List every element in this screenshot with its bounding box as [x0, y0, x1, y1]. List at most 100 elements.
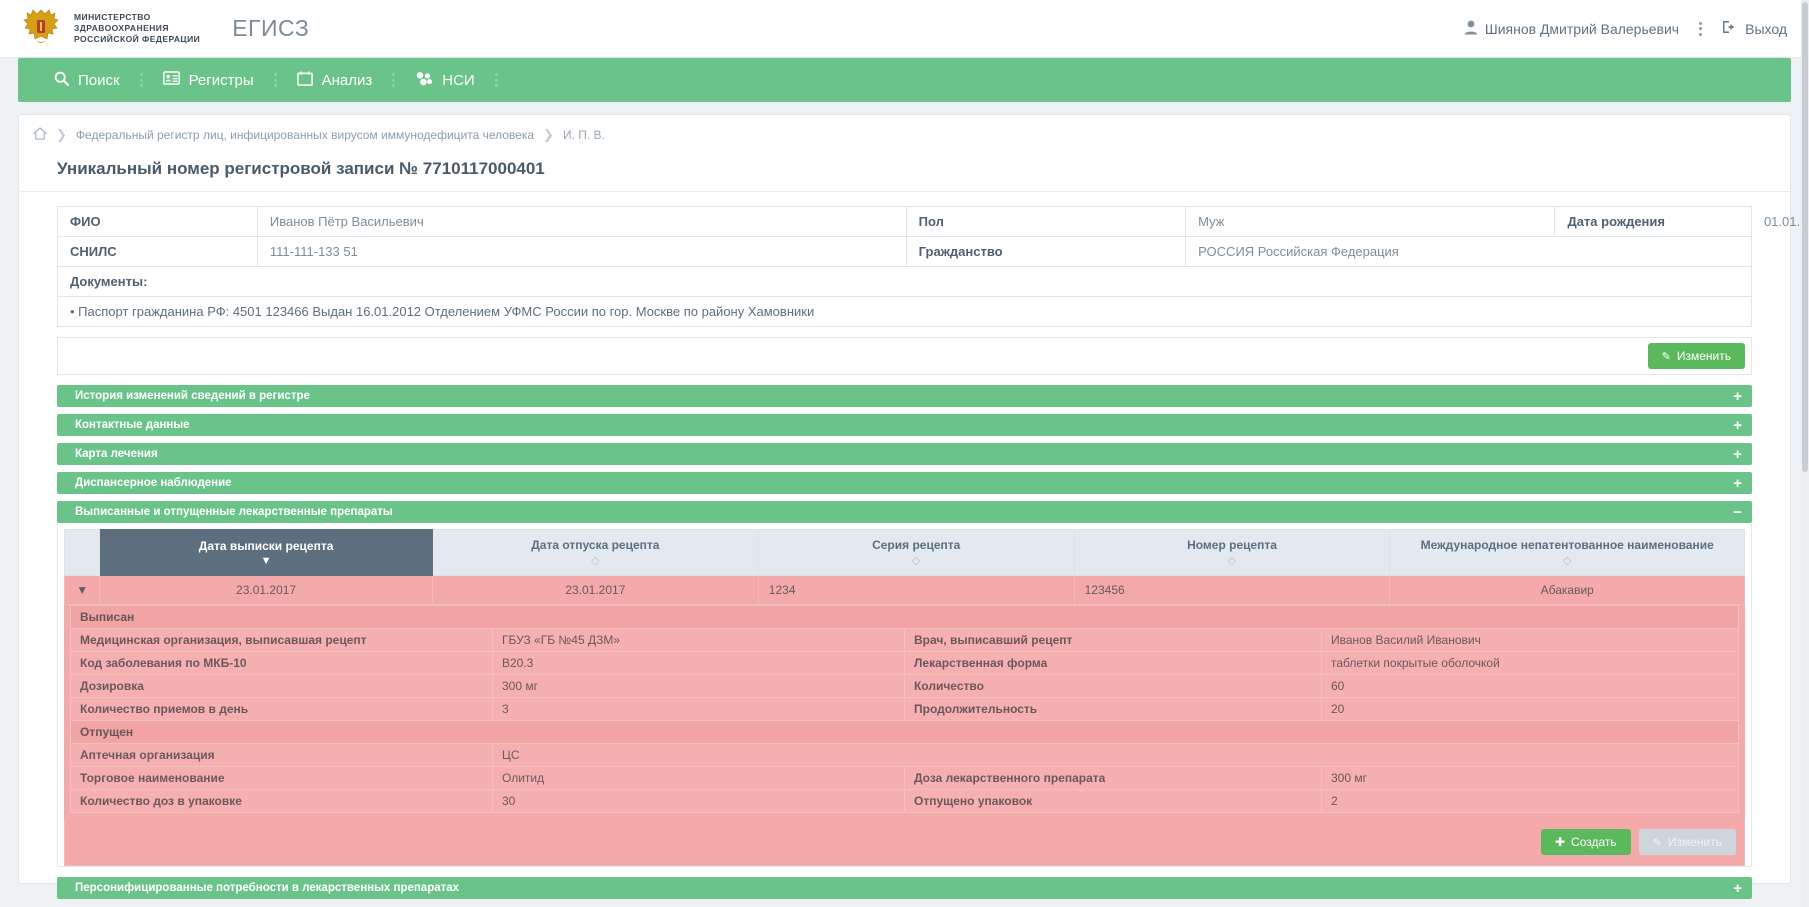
user-chip[interactable]: Шиянов Дмитрий Валерьевич: [1464, 20, 1679, 38]
edit-button-label: Изменить: [1676, 349, 1731, 363]
label-dosage-form: Лекарственная форма: [903, 651, 1322, 675]
nav-item-search[interactable]: Поиск: [40, 58, 134, 102]
table-row: Количество доз в упаковке 30 Отпущено уп…: [70, 789, 1740, 813]
brand-block: Министерство Здравоохранения Российской …: [18, 6, 309, 52]
prescription-detail: Выписан Медицинская организация, выписав…: [64, 605, 1745, 821]
prescriptions-inner: Дата выписки рецепта ▼ Дата отпуска реце…: [57, 523, 1752, 867]
plus-icon[interactable]: +: [1733, 418, 1742, 433]
accordion-contacts[interactable]: Контактные данные +: [57, 414, 1752, 436]
detail-section-row: Отпущен: [70, 720, 1739, 744]
value-trade-name: Олитид: [492, 766, 905, 790]
nav-item-analysis[interactable]: Анализ: [283, 58, 387, 102]
value-quantity: 60: [1320, 674, 1740, 698]
cell-inn: Абакавир: [1389, 575, 1745, 605]
nav-separator-icon: [268, 73, 283, 87]
patient-info-section: ФИО Иванов Пётр Васильевич Пол Муж Дата …: [19, 192, 1809, 327]
home-icon[interactable]: [32, 127, 48, 143]
column-label: Серия рецепта: [872, 538, 961, 552]
header-right-group: Шиянов Дмитрий Валерьевич Выход: [1464, 19, 1787, 39]
column-header-inn[interactable]: Международное непатентованное наименован…: [1389, 529, 1745, 576]
sort-diamond-icon: ◇: [1562, 555, 1572, 567]
minus-icon[interactable]: −: [1733, 505, 1742, 520]
accordion-treatment-card[interactable]: Карта лечения +: [57, 443, 1752, 465]
column-label: Дата выписки рецепта: [198, 538, 334, 553]
label-snils: СНИЛС: [57, 236, 258, 267]
edit-prescription-label: Изменить: [1667, 835, 1722, 849]
value-packs-dispensed: 2: [1320, 789, 1740, 813]
accordion-personified-needs[interactable]: Персонифицированные потребности в лекарс…: [57, 877, 1752, 899]
accordion-prescriptions[interactable]: Выписанные и отпущенные лекарственные пр…: [57, 501, 1752, 523]
cell-number: 123456: [1073, 575, 1391, 605]
section-issued-label: Выписан: [70, 605, 1739, 629]
label-pharmacy-org: Аптечная организация: [70, 743, 493, 767]
breadcrumb-chevron-icon: ❯: [543, 127, 554, 142]
pencil-icon: ✎: [1652, 836, 1662, 849]
table-row: Аптечная организация ЦС: [70, 743, 1739, 767]
label-citizenship: Гражданство: [905, 236, 1187, 267]
breadcrumb-chevron-icon: ❯: [56, 127, 67, 142]
accordion-history-label: История изменений сведений в регистре: [75, 390, 310, 402]
search-icon: [54, 71, 69, 90]
value-document-passport: • Паспорт гражданина РФ: 4501 123466 Выд…: [57, 296, 1752, 327]
cell-dispense-date: 23.01.2017: [431, 575, 759, 605]
accordion-contacts-label: Контактные данные: [75, 419, 190, 431]
kebab-menu-icon[interactable]: [1695, 19, 1706, 39]
edit-button[interactable]: ✎ Изменить: [1647, 343, 1745, 369]
prescriptions-table: Дата выписки рецепта ▼ Дата отпуска реце…: [63, 529, 1745, 605]
prescriptions-panel: Дата выписки рецепта ▼ Дата отпуска реце…: [19, 523, 1790, 867]
label-doses-per-day: Количество приемов в день: [70, 697, 493, 721]
label-birthdate: Дата рождения: [1554, 206, 1752, 237]
prescription-actions: ✚ Создать ✎ Изменить: [64, 821, 1745, 866]
plus-icon[interactable]: +: [1733, 447, 1742, 462]
column-header-issue-date[interactable]: Дата выписки рецепта ▼: [99, 529, 433, 576]
sort-diamond-icon: ◇: [911, 555, 921, 567]
table-header-row: Дата выписки рецепта ▼ Дата отпуска реце…: [63, 529, 1745, 576]
cell-series: 1234: [757, 575, 1075, 605]
label-doses-per-pack: Количество доз в упаковке: [70, 789, 493, 813]
accordion-dispensary[interactable]: Диспансерное наблюдение +: [57, 472, 1752, 494]
ministry-name: Министерство Здравоохранения Российской …: [74, 12, 200, 46]
value-gender: Муж: [1185, 206, 1556, 237]
cell-issue-date: 23.01.2017: [99, 575, 433, 605]
plus-icon[interactable]: +: [1733, 881, 1742, 896]
edit-toolbar: ✎ Изменить: [57, 337, 1752, 375]
column-header-dispense-date[interactable]: Дата отпуска рецепта ◇: [431, 529, 759, 576]
breadcrumb-item-registry[interactable]: Федеральный регистр лиц, инфицированных …: [76, 128, 534, 142]
column-header-series[interactable]: Серия рецепта ◇: [757, 529, 1075, 576]
label-trade-name: Торговое наименование: [70, 766, 493, 790]
pencil-icon: ✎: [1661, 350, 1671, 363]
breadcrumb-item-patient[interactable]: И. П. В.: [563, 128, 605, 142]
nav-item-nsi[interactable]: НСИ: [401, 58, 488, 102]
user-name: Шиянов Дмитрий Валерьевич: [1484, 20, 1680, 37]
ministry-line-2: Здравоохранения: [74, 22, 169, 33]
main-navigation: Поиск Регистры Анализ НСИ: [18, 58, 1791, 102]
expander-column-header: [63, 529, 101, 576]
accordion-prescriptions-label: Выписанные и отпущенные лекарственные пр…: [75, 506, 393, 518]
chevron-down-icon: ▼: [260, 554, 272, 567]
page-scrollbar[interactable]: [1801, 0, 1809, 907]
registry-card-icon: [162, 71, 180, 89]
table-row[interactable]: ▼ 23.01.2017 23.01.2017 1234 123456 Абак…: [63, 575, 1745, 605]
app-root: Министерство Здравоохранения Российской …: [0, 0, 1809, 907]
ministry-line-3: Российской Федерации: [74, 34, 201, 45]
edit-prescription-button: ✎ Изменить: [1638, 829, 1736, 855]
scrollbar-thumb[interactable]: [1802, 2, 1808, 472]
column-header-number[interactable]: Номер рецепта ◇: [1073, 529, 1391, 576]
label-dosage: Дозировка: [70, 674, 493, 698]
accordion-history[interactable]: История изменений сведений в регистре +: [57, 385, 1752, 407]
logout-button[interactable]: Выход: [1722, 20, 1787, 37]
label-quantity: Количество: [903, 674, 1322, 698]
create-button[interactable]: ✚ Создать: [1540, 829, 1631, 855]
plus-icon[interactable]: +: [1733, 476, 1742, 491]
row-expander-icon[interactable]: ▼: [63, 575, 101, 605]
nav-item-registries[interactable]: Регистры: [149, 58, 268, 102]
label-duration: Продолжительность: [903, 697, 1322, 721]
create-button-label: Создать: [1571, 835, 1617, 849]
plus-icon[interactable]: +: [1733, 389, 1742, 404]
label-gender: Пол: [905, 206, 1187, 237]
section-dispensed-label: Отпущен: [70, 720, 1739, 744]
table-row: СНИЛС 111-111-133 51 Гражданство РОССИЯ …: [57, 236, 1752, 267]
accordion-group: История изменений сведений в регистре + …: [19, 375, 1790, 523]
cubes-icon: [415, 71, 433, 90]
table-row: Документы:: [57, 266, 1752, 297]
